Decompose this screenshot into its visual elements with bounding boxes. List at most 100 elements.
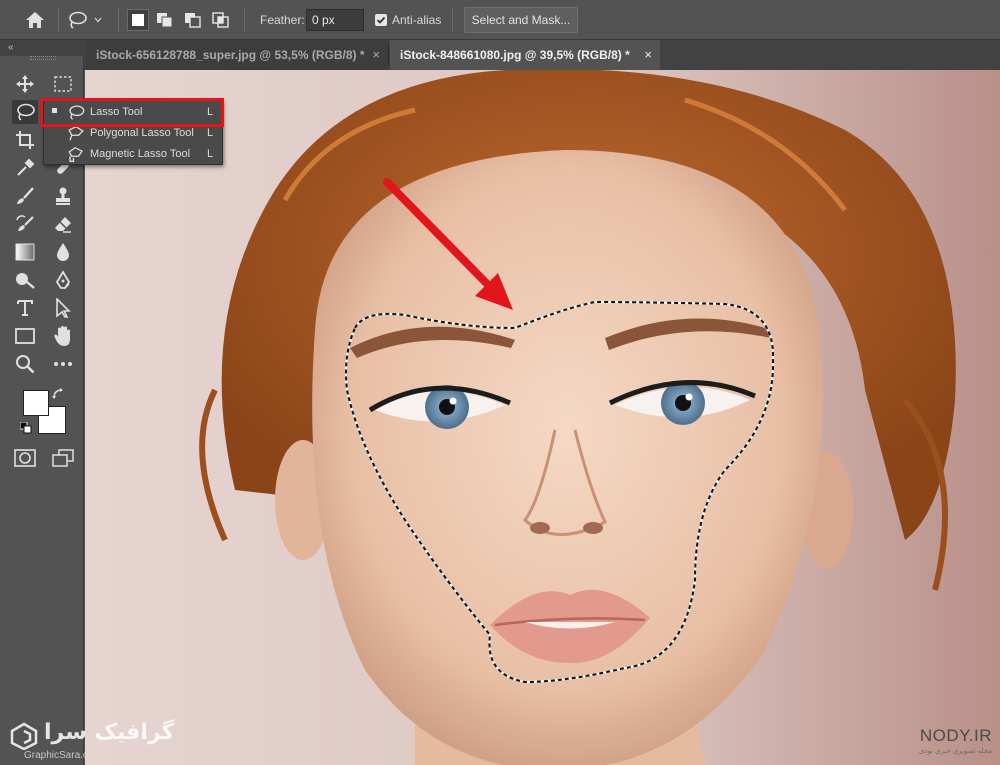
quick-mask-button[interactable] bbox=[12, 446, 38, 470]
move-icon bbox=[16, 75, 34, 93]
menu-item-polygonal-lasso-tool[interactable]: Polygonal Lasso Tool L bbox=[44, 123, 222, 144]
dodge-tool[interactable] bbox=[12, 268, 38, 292]
rectangle-icon bbox=[15, 328, 35, 344]
menu-item-label: Magnetic Lasso Tool bbox=[90, 148, 191, 160]
blur-tool[interactable] bbox=[50, 240, 76, 264]
brush-tool[interactable] bbox=[12, 184, 38, 208]
close-icon[interactable]: × bbox=[372, 40, 380, 70]
lasso-icon bbox=[69, 11, 87, 29]
pen-tool[interactable] bbox=[50, 268, 76, 292]
tab-label: iStock-656128788_super.jpg @ 53,5% (RGB/… bbox=[96, 48, 365, 62]
hand-tool[interactable] bbox=[50, 324, 76, 348]
menu-item-lasso-tool[interactable]: Lasso Tool L bbox=[44, 102, 222, 123]
swap-colors-button[interactable] bbox=[50, 386, 66, 402]
zoom-icon bbox=[16, 355, 35, 374]
crop-tool[interactable] bbox=[12, 128, 38, 152]
chevron-down-icon bbox=[94, 17, 102, 23]
pen-icon bbox=[55, 270, 71, 289]
shortcut-key: L bbox=[207, 148, 214, 160]
options-divider bbox=[58, 8, 59, 32]
path-selection-tool[interactable] bbox=[50, 296, 76, 320]
intersect-selection-icon bbox=[212, 12, 229, 28]
document-tab-bar: « iStock-656128788_super.jpg @ 53,5% (RG… bbox=[0, 40, 1000, 70]
hand-icon bbox=[54, 326, 70, 346]
tab-istock-656128788[interactable]: iStock-656128788_super.jpg @ 53,5% (RGB/… bbox=[86, 40, 388, 70]
magnetic-lasso-icon bbox=[68, 146, 83, 162]
type-tool[interactable] bbox=[12, 296, 38, 320]
home-button[interactable] bbox=[18, 8, 52, 32]
eraser-tool[interactable] bbox=[50, 212, 76, 236]
lasso-tool[interactable] bbox=[12, 100, 38, 124]
lasso-icon bbox=[69, 105, 85, 120]
menu-item-label: Polygonal Lasso Tool bbox=[90, 127, 194, 139]
default-colors-icon bbox=[20, 422, 32, 434]
zoom-tool[interactable] bbox=[12, 352, 38, 376]
swap-arrows-icon bbox=[52, 388, 63, 399]
close-icon[interactable]: × bbox=[644, 40, 652, 70]
anti-alias-checkbox[interactable] bbox=[375, 14, 387, 26]
eyedropper-icon bbox=[17, 158, 35, 176]
graphicsara-watermark: گرافیک سرا GraphicSara.com bbox=[10, 720, 175, 761]
document-canvas[interactable] bbox=[85, 70, 1000, 765]
screen-mode-button[interactable] bbox=[50, 446, 76, 470]
portrait-photo bbox=[85, 70, 1000, 765]
new-selection-icon bbox=[132, 14, 144, 26]
ellipsis-icon bbox=[54, 362, 72, 366]
rectangle-tool[interactable] bbox=[12, 324, 38, 348]
tab-divider bbox=[388, 44, 389, 66]
lasso-icon bbox=[17, 103, 35, 121]
tool-preset-picker[interactable] bbox=[66, 8, 112, 32]
gradient-tool[interactable] bbox=[12, 240, 38, 264]
checkmark-icon bbox=[376, 16, 386, 24]
stamp-icon bbox=[56, 187, 70, 205]
clone-stamp-tool[interactable] bbox=[50, 184, 76, 208]
panel-grip[interactable] bbox=[30, 56, 56, 60]
feather-input[interactable]: 0 px bbox=[306, 9, 364, 31]
history-brush-icon bbox=[16, 215, 34, 231]
watermark-text: گرافیک سرا bbox=[44, 720, 175, 745]
intersect-selection-button[interactable] bbox=[210, 9, 232, 31]
eraser-icon bbox=[55, 217, 71, 233]
graphicsara-logo-icon bbox=[10, 722, 38, 750]
home-icon bbox=[26, 12, 44, 28]
anti-alias-label: Anti-alias bbox=[392, 13, 442, 27]
options-divider bbox=[452, 8, 453, 32]
subtract-from-selection-button[interactable] bbox=[182, 9, 204, 31]
eyedropper-tool[interactable] bbox=[12, 156, 38, 180]
menu-item-label: Lasso Tool bbox=[90, 106, 143, 118]
selected-bullet bbox=[52, 108, 57, 113]
move-tool[interactable] bbox=[12, 72, 38, 96]
watermark-text: NODY.IR bbox=[919, 726, 992, 745]
menu-item-magnetic-lasso-tool[interactable]: Magnetic Lasso Tool L bbox=[44, 144, 222, 165]
marquee-tool[interactable] bbox=[50, 72, 76, 96]
options-divider bbox=[118, 8, 119, 32]
crop-icon bbox=[16, 131, 34, 149]
type-icon bbox=[17, 300, 33, 316]
new-selection-button[interactable] bbox=[127, 9, 149, 31]
subtract-selection-icon bbox=[185, 13, 201, 28]
droplet-icon bbox=[57, 243, 69, 261]
watermark-subtext: GraphicSara.com bbox=[24, 750, 102, 761]
shortcut-key: L bbox=[207, 106, 214, 118]
nody-watermark: NODY.IR مجله تصویری خبری نودی bbox=[906, 726, 992, 755]
rectangular-marquee-icon bbox=[54, 76, 72, 92]
add-to-selection-button[interactable] bbox=[154, 9, 176, 31]
tab-label: iStock-848661080.jpg @ 39,5% (RGB/8) * bbox=[400, 48, 630, 62]
brush-icon bbox=[17, 187, 34, 204]
watermark-subtext: مجله تصویری خبری نودی bbox=[918, 748, 992, 755]
shortcut-key: L bbox=[207, 127, 214, 139]
more-tools-button[interactable] bbox=[50, 352, 76, 376]
quick-mask-icon bbox=[14, 449, 36, 467]
options-divider bbox=[244, 8, 245, 32]
gradient-icon bbox=[15, 243, 35, 261]
lasso-tools-flyout: Lasso Tool L Polygonal Lasso Tool L Magn… bbox=[43, 99, 223, 165]
history-brush-tool[interactable] bbox=[12, 212, 38, 236]
screen-mode-icon bbox=[52, 449, 74, 467]
arrow-cursor-icon bbox=[56, 298, 71, 318]
tab-istock-848661080[interactable]: iStock-848661080.jpg @ 39,5% (RGB/8) * × bbox=[390, 40, 660, 70]
collapse-panel-button[interactable]: « bbox=[8, 42, 14, 53]
foreground-color-swatch[interactable] bbox=[23, 390, 49, 416]
select-and-mask-button[interactable]: Select and Mask... bbox=[464, 7, 578, 33]
default-colors-button[interactable] bbox=[18, 420, 34, 436]
dodge-icon bbox=[16, 273, 35, 289]
